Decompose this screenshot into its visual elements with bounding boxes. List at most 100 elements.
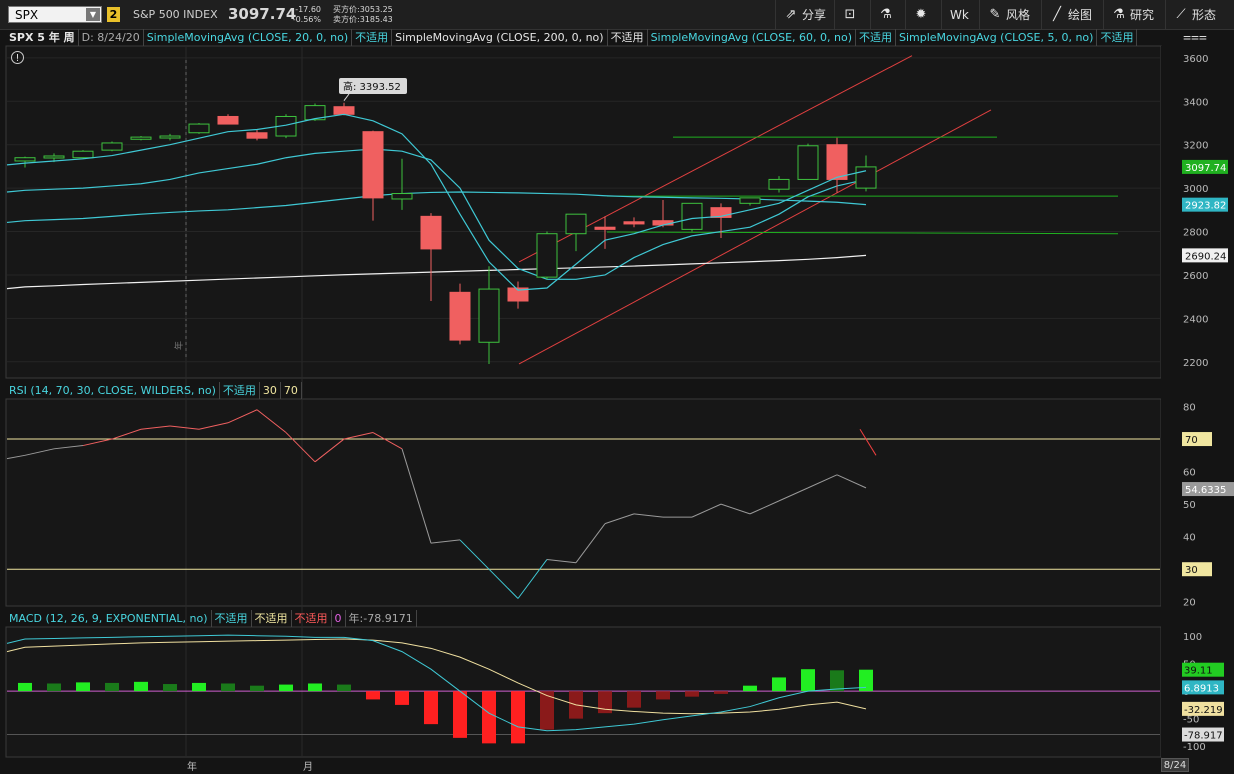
macd-hist-bar	[424, 691, 438, 725]
rsi-tick-label: 60	[1183, 468, 1196, 479]
candle-body	[159, 135, 181, 139]
price-axis-area	[1161, 46, 1223, 757]
year-marker-label: 年	[173, 341, 185, 350]
study-sma20-value: 不适用	[352, 29, 393, 46]
price-tick-label: 2800	[1183, 228, 1208, 239]
macd-hist-bar	[511, 691, 525, 744]
macd-hist-bar	[453, 691, 467, 738]
study-sma200-value: 不适用	[608, 29, 648, 46]
rsi-70-badge: 70	[1185, 435, 1198, 446]
last-price-badge: 3097.74	[1185, 163, 1226, 174]
macd-hist-bar	[366, 691, 380, 700]
macd-hist-bar	[627, 691, 641, 708]
study-sma60-label[interactable]: SimpleMovingAvg (CLOSE, 60, 0, no)	[648, 29, 856, 46]
macd-avg: 不适用	[252, 610, 292, 627]
macd-hist-bar	[18, 682, 32, 692]
macd-hist-bar	[221, 683, 235, 692]
candle-body	[362, 131, 384, 199]
price-tick-label: 3200	[1183, 141, 1208, 152]
rsi-30-badge: 30	[1185, 565, 1198, 576]
macd-hist-bar	[308, 683, 322, 692]
macd-pane	[5, 626, 1162, 758]
candle-body	[449, 291, 471, 341]
macd-tick-label: -100	[1183, 742, 1206, 753]
macd-hist-bar	[105, 682, 119, 692]
candle-body	[14, 157, 36, 162]
price-tick-label: 2400	[1183, 314, 1208, 325]
candle-body	[246, 132, 268, 139]
rsi-pane-header: RSI (14, 70, 30, CLOSE, WILDERS, no) 不适用…	[6, 382, 302, 399]
candle-body	[768, 178, 790, 190]
sma200-badge: 2690.24	[1185, 251, 1226, 262]
macd-avg-badge: -32.219	[1184, 705, 1223, 716]
candle-body	[478, 288, 500, 343]
macd-tick-label: -50	[1183, 715, 1199, 726]
rsi-ob-value: 30	[260, 382, 281, 399]
price-tick-label: 2200	[1183, 358, 1208, 369]
candle-body	[72, 150, 94, 159]
macd-zero: 0	[332, 610, 346, 627]
price-tick-label: 2600	[1183, 271, 1208, 282]
candle-body	[333, 106, 355, 115]
price-tick-label: 3400	[1183, 97, 1208, 108]
macd-hist-bar	[482, 691, 496, 744]
rsi-os-value: 70	[281, 382, 302, 399]
x-axis-label: 年	[187, 760, 197, 773]
rsi-tick-label: 20	[1183, 598, 1196, 609]
chart-date: D: 8/24/20	[79, 29, 144, 46]
study-sma20-label[interactable]: SimpleMovingAvg (CLOSE, 20, 0, no)	[144, 29, 353, 46]
candle-body	[101, 142, 123, 151]
price-tick-label: 3000	[1183, 184, 1208, 195]
macd-pane-header: MACD (12, 26, 9, EXPONENTIAL, no) 不适用 不适…	[6, 610, 417, 627]
rsi-pane	[5, 398, 1162, 607]
macd-hist-bar	[192, 682, 206, 692]
macd-hist-bar	[134, 681, 148, 692]
macd-hist-bar	[76, 682, 90, 692]
macd-tick-label: 100	[1183, 632, 1202, 643]
study-sma200-label[interactable]: SimpleMovingAvg (CLOSE, 200, 0, no)	[392, 29, 608, 46]
macd-hist-bar	[337, 684, 351, 692]
rsi-tick-label: 80	[1183, 403, 1196, 414]
macd-study-label[interactable]: MACD (12, 26, 9, EXPONENTIAL, no)	[6, 610, 212, 627]
sma60-badge: 2923.82	[1185, 201, 1226, 212]
candle-body	[739, 197, 761, 204]
macd-hist-bar	[685, 691, 699, 697]
macd-hist-bar	[714, 691, 728, 694]
macd-diff-readout: 年:-78.9171	[346, 610, 417, 627]
macd-diff: 不适用	[292, 610, 332, 627]
rsi-tick-label: 40	[1183, 533, 1196, 544]
info-icon[interactable]: !	[11, 51, 24, 64]
candle-body	[594, 226, 616, 230]
candle-body	[623, 221, 645, 225]
study-sma60-value: 不适用	[856, 29, 896, 46]
candle-body	[130, 136, 152, 140]
rsi-value-badge: 54.6335	[1185, 485, 1226, 496]
macd-hist-badge: 39.11	[1184, 666, 1213, 677]
candle-body	[565, 213, 587, 235]
macd-hist-bar	[279, 684, 293, 692]
rsi-tick-label: 50	[1183, 500, 1196, 511]
macd-hist-bar	[163, 684, 177, 692]
candle-body	[797, 145, 819, 180]
candle-body	[826, 144, 848, 180]
macd-diff-badge: -78.917	[1184, 731, 1223, 742]
chart-title: SPX 5 年 周	[6, 29, 79, 46]
candle-body	[536, 233, 558, 278]
rsi-study-value: 不适用	[220, 382, 260, 399]
macd-value-badge: 6.8913	[1184, 683, 1219, 694]
study-sma5-value: 不适用	[1097, 29, 1138, 46]
candle-body	[391, 193, 413, 200]
macd-hist-bar	[656, 691, 670, 700]
date-badge: 8/24	[1161, 758, 1189, 772]
macd-hist-bar	[772, 677, 786, 692]
macd-hist-bar	[801, 669, 815, 692]
price-pane-header: SPX 5 年 周 D: 8/24/20 SimpleMovingAvg (CL…	[6, 29, 1182, 46]
rsi-study-label[interactable]: RSI (14, 70, 30, CLOSE, WILDERS, no)	[6, 382, 220, 399]
high-label-text: 高: 3393.52	[343, 80, 401, 93]
study-sma5-label[interactable]: SimpleMovingAvg (CLOSE, 5, 0, no)	[896, 29, 1098, 46]
candle-body	[43, 155, 65, 159]
candle-body	[855, 166, 877, 189]
macd-hist-bar	[250, 685, 264, 692]
collapse-icon[interactable]: ⩶	[1183, 29, 1207, 46]
candle-body	[681, 202, 703, 230]
